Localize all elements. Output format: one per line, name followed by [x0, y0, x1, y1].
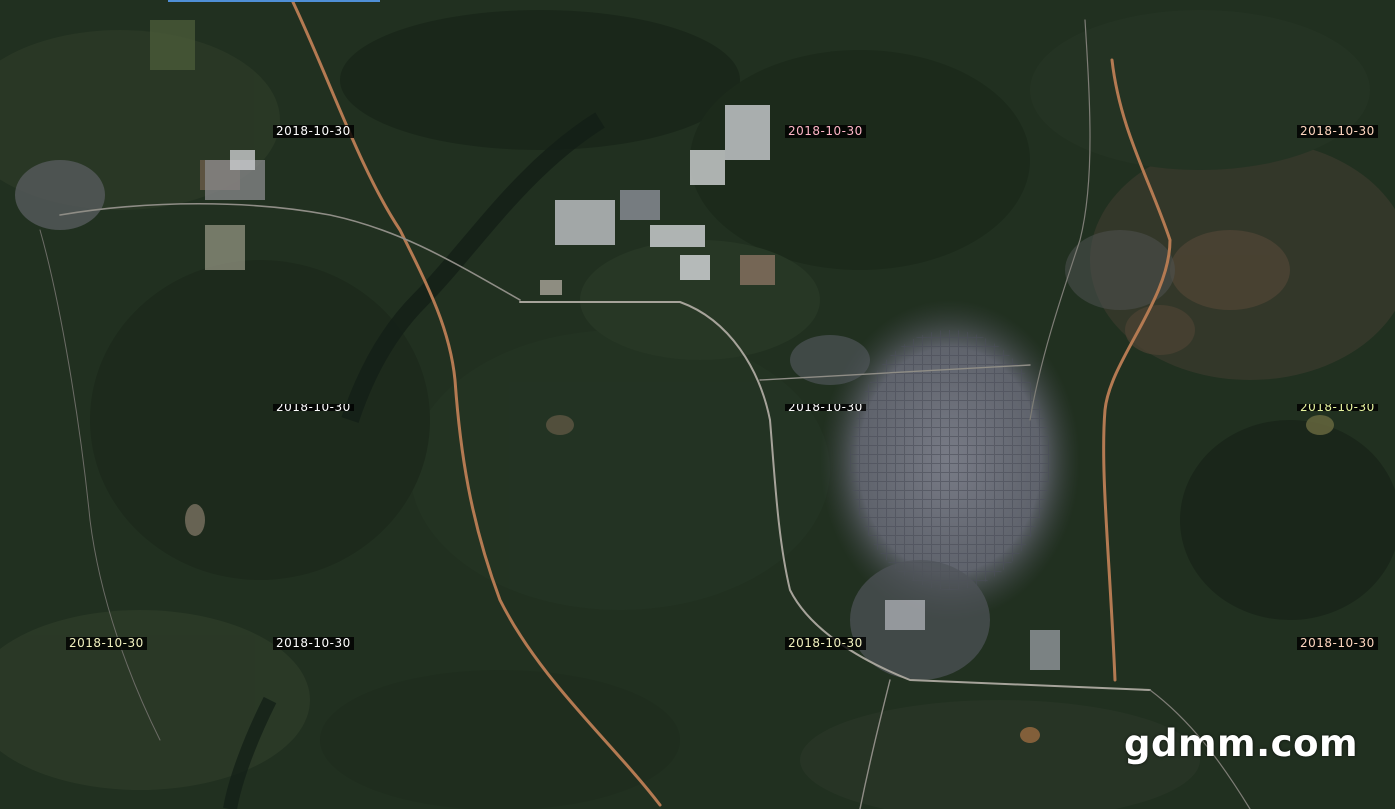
- date-label: 2018-10-30: [66, 637, 147, 650]
- date-label: 2018-10-30: [785, 637, 866, 650]
- date-label: 2018-10-30: [785, 404, 866, 411]
- date-label: 2018-10-30: [273, 125, 354, 138]
- satellite-map[interactable]: 2018-10-30 2018-10-30 2018-10-30 2018-10…: [0, 0, 1395, 809]
- date-label: 2018-10-30: [1297, 125, 1378, 138]
- selection-bar: [168, 0, 380, 2]
- date-label: 2018-10-30: [1297, 404, 1378, 411]
- satellite-imagery: [0, 0, 1395, 809]
- date-label: 2018-10-30: [785, 125, 866, 138]
- date-label: 2018-10-30: [1297, 637, 1378, 650]
- date-label: 2018-10-30: [273, 404, 354, 411]
- watermark-text: gdmm.com: [1124, 722, 1359, 765]
- date-label: 2018-10-30: [273, 637, 354, 650]
